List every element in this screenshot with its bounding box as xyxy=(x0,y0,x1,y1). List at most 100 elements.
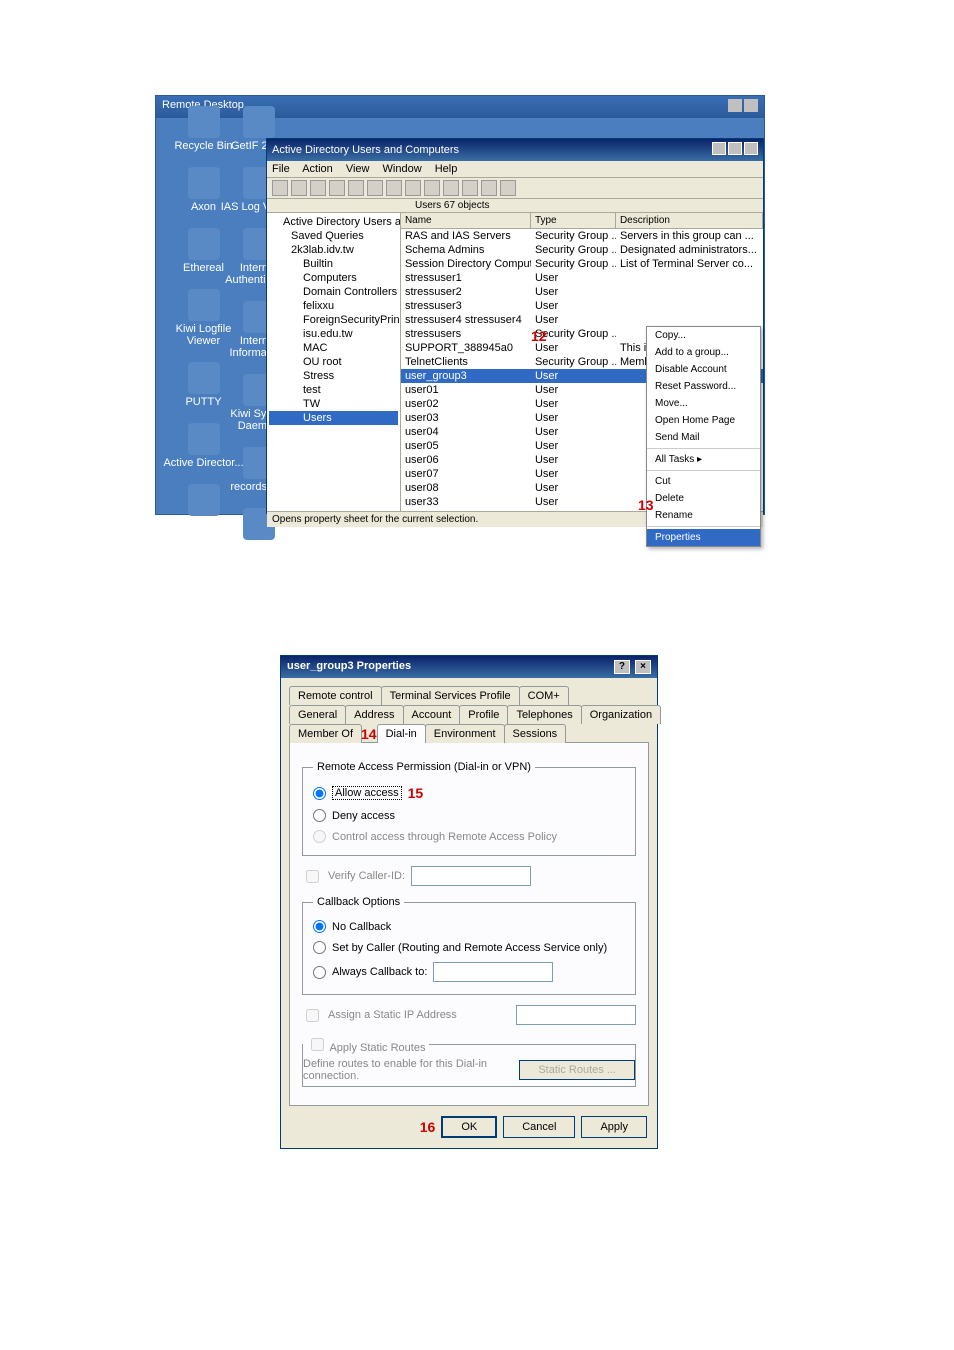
context-menu[interactable]: Copy...Add to a group...Disable AccountR… xyxy=(646,326,761,547)
minimize-icon[interactable] xyxy=(728,99,742,112)
radio-allow-access[interactable]: Allow access 15 xyxy=(313,781,625,805)
menu-help[interactable]: Help xyxy=(435,163,458,175)
radio-deny-access[interactable]: Deny access xyxy=(313,805,625,826)
up-icon[interactable] xyxy=(310,180,326,196)
tree-mac[interactable]: MAC xyxy=(269,341,398,355)
list-row[interactable]: Schema AdminsSecurity Group ...Designate… xyxy=(401,243,763,257)
close-icon[interactable]: × xyxy=(635,660,651,674)
help-icon[interactable] xyxy=(462,180,478,196)
paste-icon[interactable] xyxy=(367,180,383,196)
copy-icon[interactable] xyxy=(348,180,364,196)
tree-saved-queries[interactable]: Saved Queries xyxy=(269,229,398,243)
close-icon[interactable] xyxy=(744,142,758,155)
list-row[interactable]: stressuser4 stressuser4User xyxy=(401,313,763,327)
col-description[interactable]: Description xyxy=(616,213,763,228)
aduc-menubar[interactable]: File Action View Window Help xyxy=(267,161,763,178)
tab-dial-in[interactable]: Dial-in xyxy=(377,724,426,743)
menu-file[interactable]: File xyxy=(272,163,290,175)
tree-isu[interactable]: isu.edu.tw xyxy=(269,327,398,341)
tab-organization[interactable]: Organization xyxy=(581,705,661,724)
tab-remote-control[interactable]: Remote control xyxy=(289,686,382,705)
tab-telephones[interactable]: Telephones xyxy=(507,705,581,724)
aduc-titlebar[interactable]: Active Directory Users and Computers xyxy=(267,139,763,161)
context-item[interactable]: Delete xyxy=(647,490,760,507)
apply-button[interactable]: Apply xyxy=(581,1116,647,1138)
tree-ouroot[interactable]: OU root xyxy=(269,355,398,369)
tree-view[interactable]: Active Directory Users and Computer Save… xyxy=(267,213,401,511)
filter-icon[interactable] xyxy=(481,180,497,196)
radio-always-callback-input[interactable] xyxy=(313,966,326,979)
static-ip-input xyxy=(516,1005,636,1025)
context-item[interactable]: Cut xyxy=(647,473,760,490)
context-item[interactable]: Open Home Page xyxy=(647,412,760,429)
radio-set-by-caller[interactable]: Set by Caller (Routing and Remote Access… xyxy=(313,937,625,958)
tab-member-of[interactable]: Member Of xyxy=(289,724,362,743)
list-caption: Users 67 objects xyxy=(267,199,763,213)
context-item[interactable]: All Tasks ▸ xyxy=(647,451,760,468)
maximize-icon[interactable] xyxy=(744,99,758,112)
tree-dc[interactable]: Domain Controllers xyxy=(269,285,398,299)
tree-tw[interactable]: TW xyxy=(269,397,398,411)
tab-environment[interactable]: Environment xyxy=(425,724,505,743)
list-row[interactable]: Session Directory ComputersSecurity Grou… xyxy=(401,257,763,271)
properties-icon[interactable] xyxy=(405,180,421,196)
context-item[interactable]: Rename xyxy=(647,507,760,524)
cut-icon[interactable] xyxy=(329,180,345,196)
tab-address[interactable]: Address xyxy=(345,705,403,724)
tree-domain[interactable]: 2k3lab.idv.tw xyxy=(269,243,398,257)
tree-fsp[interactable]: ForeignSecurityPrincipals xyxy=(269,313,398,327)
tab-profile[interactable]: Profile xyxy=(459,705,508,724)
context-item[interactable]: Properties xyxy=(647,529,760,546)
assign-ip-checkbox xyxy=(306,1009,319,1022)
radio-allow-input[interactable] xyxy=(313,787,326,800)
menu-action[interactable]: Action xyxy=(302,163,333,175)
callback-legend: Callback Options xyxy=(313,896,404,908)
maximize-icon[interactable] xyxy=(728,142,742,155)
list-row[interactable]: stressuser2User xyxy=(401,285,763,299)
context-item[interactable]: Copy... xyxy=(647,327,760,344)
tab-terminal-services[interactable]: Terminal Services Profile xyxy=(381,686,520,705)
find-icon[interactable] xyxy=(500,180,516,196)
tree-users[interactable]: Users xyxy=(269,411,398,425)
tree-computers[interactable]: Computers xyxy=(269,271,398,285)
forward-icon[interactable] xyxy=(291,180,307,196)
refresh-icon[interactable] xyxy=(424,180,440,196)
tab-sessions[interactable]: Sessions xyxy=(504,724,567,743)
tree-felixxu[interactable]: felixxu xyxy=(269,299,398,313)
radio-no-callback-input[interactable] xyxy=(313,920,326,933)
context-item[interactable]: Send Mail xyxy=(647,429,760,446)
tree-builtin[interactable]: Builtin xyxy=(269,257,398,271)
context-item[interactable]: Move... xyxy=(647,395,760,412)
col-type[interactable]: Type xyxy=(531,213,616,228)
menu-view[interactable]: View xyxy=(346,163,370,175)
delete-icon[interactable] xyxy=(386,180,402,196)
cancel-button[interactable]: Cancel xyxy=(503,1116,575,1138)
context-item[interactable]: Add to a group... xyxy=(647,344,760,361)
list-row[interactable]: stressuser1User xyxy=(401,271,763,285)
static-routes-group: Apply Static Routes Define routes to ena… xyxy=(302,1035,636,1087)
tab-com-plus[interactable]: COM+ xyxy=(519,686,569,705)
context-item[interactable]: Reset Password... xyxy=(647,378,760,395)
ok-button[interactable]: OK xyxy=(441,1116,497,1138)
list-row[interactable]: stressuser3User xyxy=(401,299,763,313)
back-icon[interactable] xyxy=(272,180,288,196)
tree-stress[interactable]: Stress xyxy=(269,369,398,383)
export-icon[interactable] xyxy=(443,180,459,196)
menu-window[interactable]: Window xyxy=(383,163,422,175)
radio-always-callback[interactable]: Always Callback to: xyxy=(313,958,625,986)
minimize-icon[interactable] xyxy=(712,142,726,155)
list-row[interactable]: RAS and IAS ServersSecurity Group ...Ser… xyxy=(401,229,763,243)
radio-no-callback[interactable]: No Callback xyxy=(313,916,625,937)
tree-test[interactable]: test xyxy=(269,383,398,397)
marker-14: 14 xyxy=(361,726,377,742)
help-icon[interactable]: ? xyxy=(614,660,630,674)
radio-deny-input[interactable] xyxy=(313,809,326,822)
dialog-titlebar[interactable]: user_group3 Properties ? × xyxy=(281,656,657,678)
marker-12: 12 xyxy=(531,328,547,344)
col-name[interactable]: Name xyxy=(401,213,531,228)
tab-account[interactable]: Account xyxy=(403,705,461,724)
tab-general[interactable]: General xyxy=(289,705,346,724)
context-item[interactable]: Disable Account xyxy=(647,361,760,378)
tree-root[interactable]: Active Directory Users and Computer xyxy=(269,215,398,229)
radio-set-by-caller-input[interactable] xyxy=(313,941,326,954)
